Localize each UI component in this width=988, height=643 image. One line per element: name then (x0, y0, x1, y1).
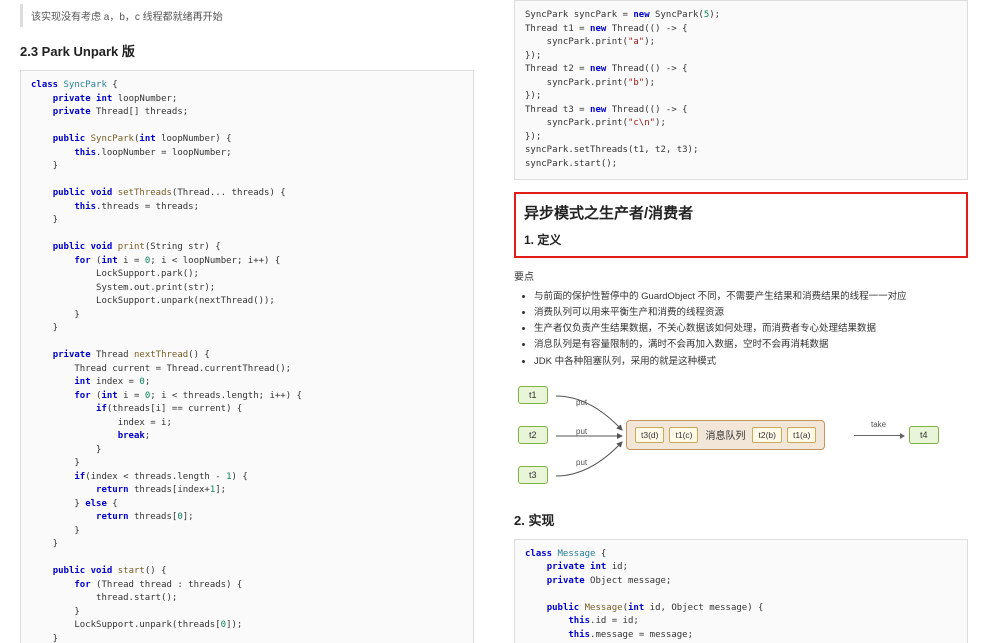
queue-text-label: 消息队列 (705, 427, 745, 442)
queue-slot-t2b: t2(b) (752, 427, 781, 443)
producer-consumer-diagram: t1 t2 t3 put put put t3(d) t1(c) 消息队列 t2… (514, 380, 964, 500)
right-column: SyncPark syncPark = new SyncPark(5); Thr… (494, 0, 988, 643)
node-t2: t2 (518, 426, 548, 444)
code-block-message: class Message { private int id; private … (514, 539, 968, 643)
red-highlight-box: 异步模式之生产者/消费者 1. 定义 (514, 192, 968, 258)
message-queue: t3(d) t1(c) 消息队列 t2(b) t1(a) (626, 420, 825, 450)
list-item: 消费队列可以用来平衡生产和消费的线程资源 (534, 305, 968, 321)
definition-heading: 1. 定义 (524, 231, 958, 248)
list-item: JDK 中各种阻塞队列，采用的就是这种模式 (534, 354, 968, 370)
edge-take: take (871, 420, 886, 429)
code-block-syncpark: class SyncPark { private int loopNumber;… (20, 70, 474, 643)
points-list: 与前面的保护性暂停中的 GuardObject 不同，不需要产生结果和消费结果的… (514, 289, 968, 370)
node-t1: t1 (518, 386, 548, 404)
left-column: 该实现没有考虑 a，b，c 线程都就绪再开始 2.3 Park Unpark 版… (0, 0, 494, 643)
queue-slot-t1a: t1(a) (787, 427, 816, 443)
code-block-usage: SyncPark syncPark = new SyncPark(5); Thr… (514, 0, 968, 180)
node-t3: t3 (518, 466, 548, 484)
list-item: 消息队列是有容量限制的，满时不会再加入数据，空时不会再消耗数据 (534, 337, 968, 353)
note-text: 该实现没有考虑 a，b，c 线程都就绪再开始 (31, 12, 223, 23)
node-t4: t4 (909, 426, 939, 444)
list-item: 与前面的保护性暂停中的 GuardObject 不同，不需要产生结果和消费结果的… (534, 289, 968, 305)
impl-heading: 2. 实现 (514, 510, 968, 529)
note-blockquote: 该实现没有考虑 a，b，c 线程都就绪再开始 (20, 4, 474, 27)
list-item: 生产者仅负责产生结果数据，不关心数据该如何处理，而消费者专心处理结果数据 (534, 321, 968, 337)
take-arrow (854, 435, 904, 436)
producer-consumer-heading: 异步模式之生产者/消费者 (524, 202, 958, 223)
section-title-park-unpark: 2.3 Park Unpark 版 (20, 41, 474, 60)
points-label: 要点 (514, 268, 968, 283)
queue-slot-t1c: t1(c) (669, 427, 698, 443)
queue-slot-t3d: t3(d) (635, 427, 664, 443)
